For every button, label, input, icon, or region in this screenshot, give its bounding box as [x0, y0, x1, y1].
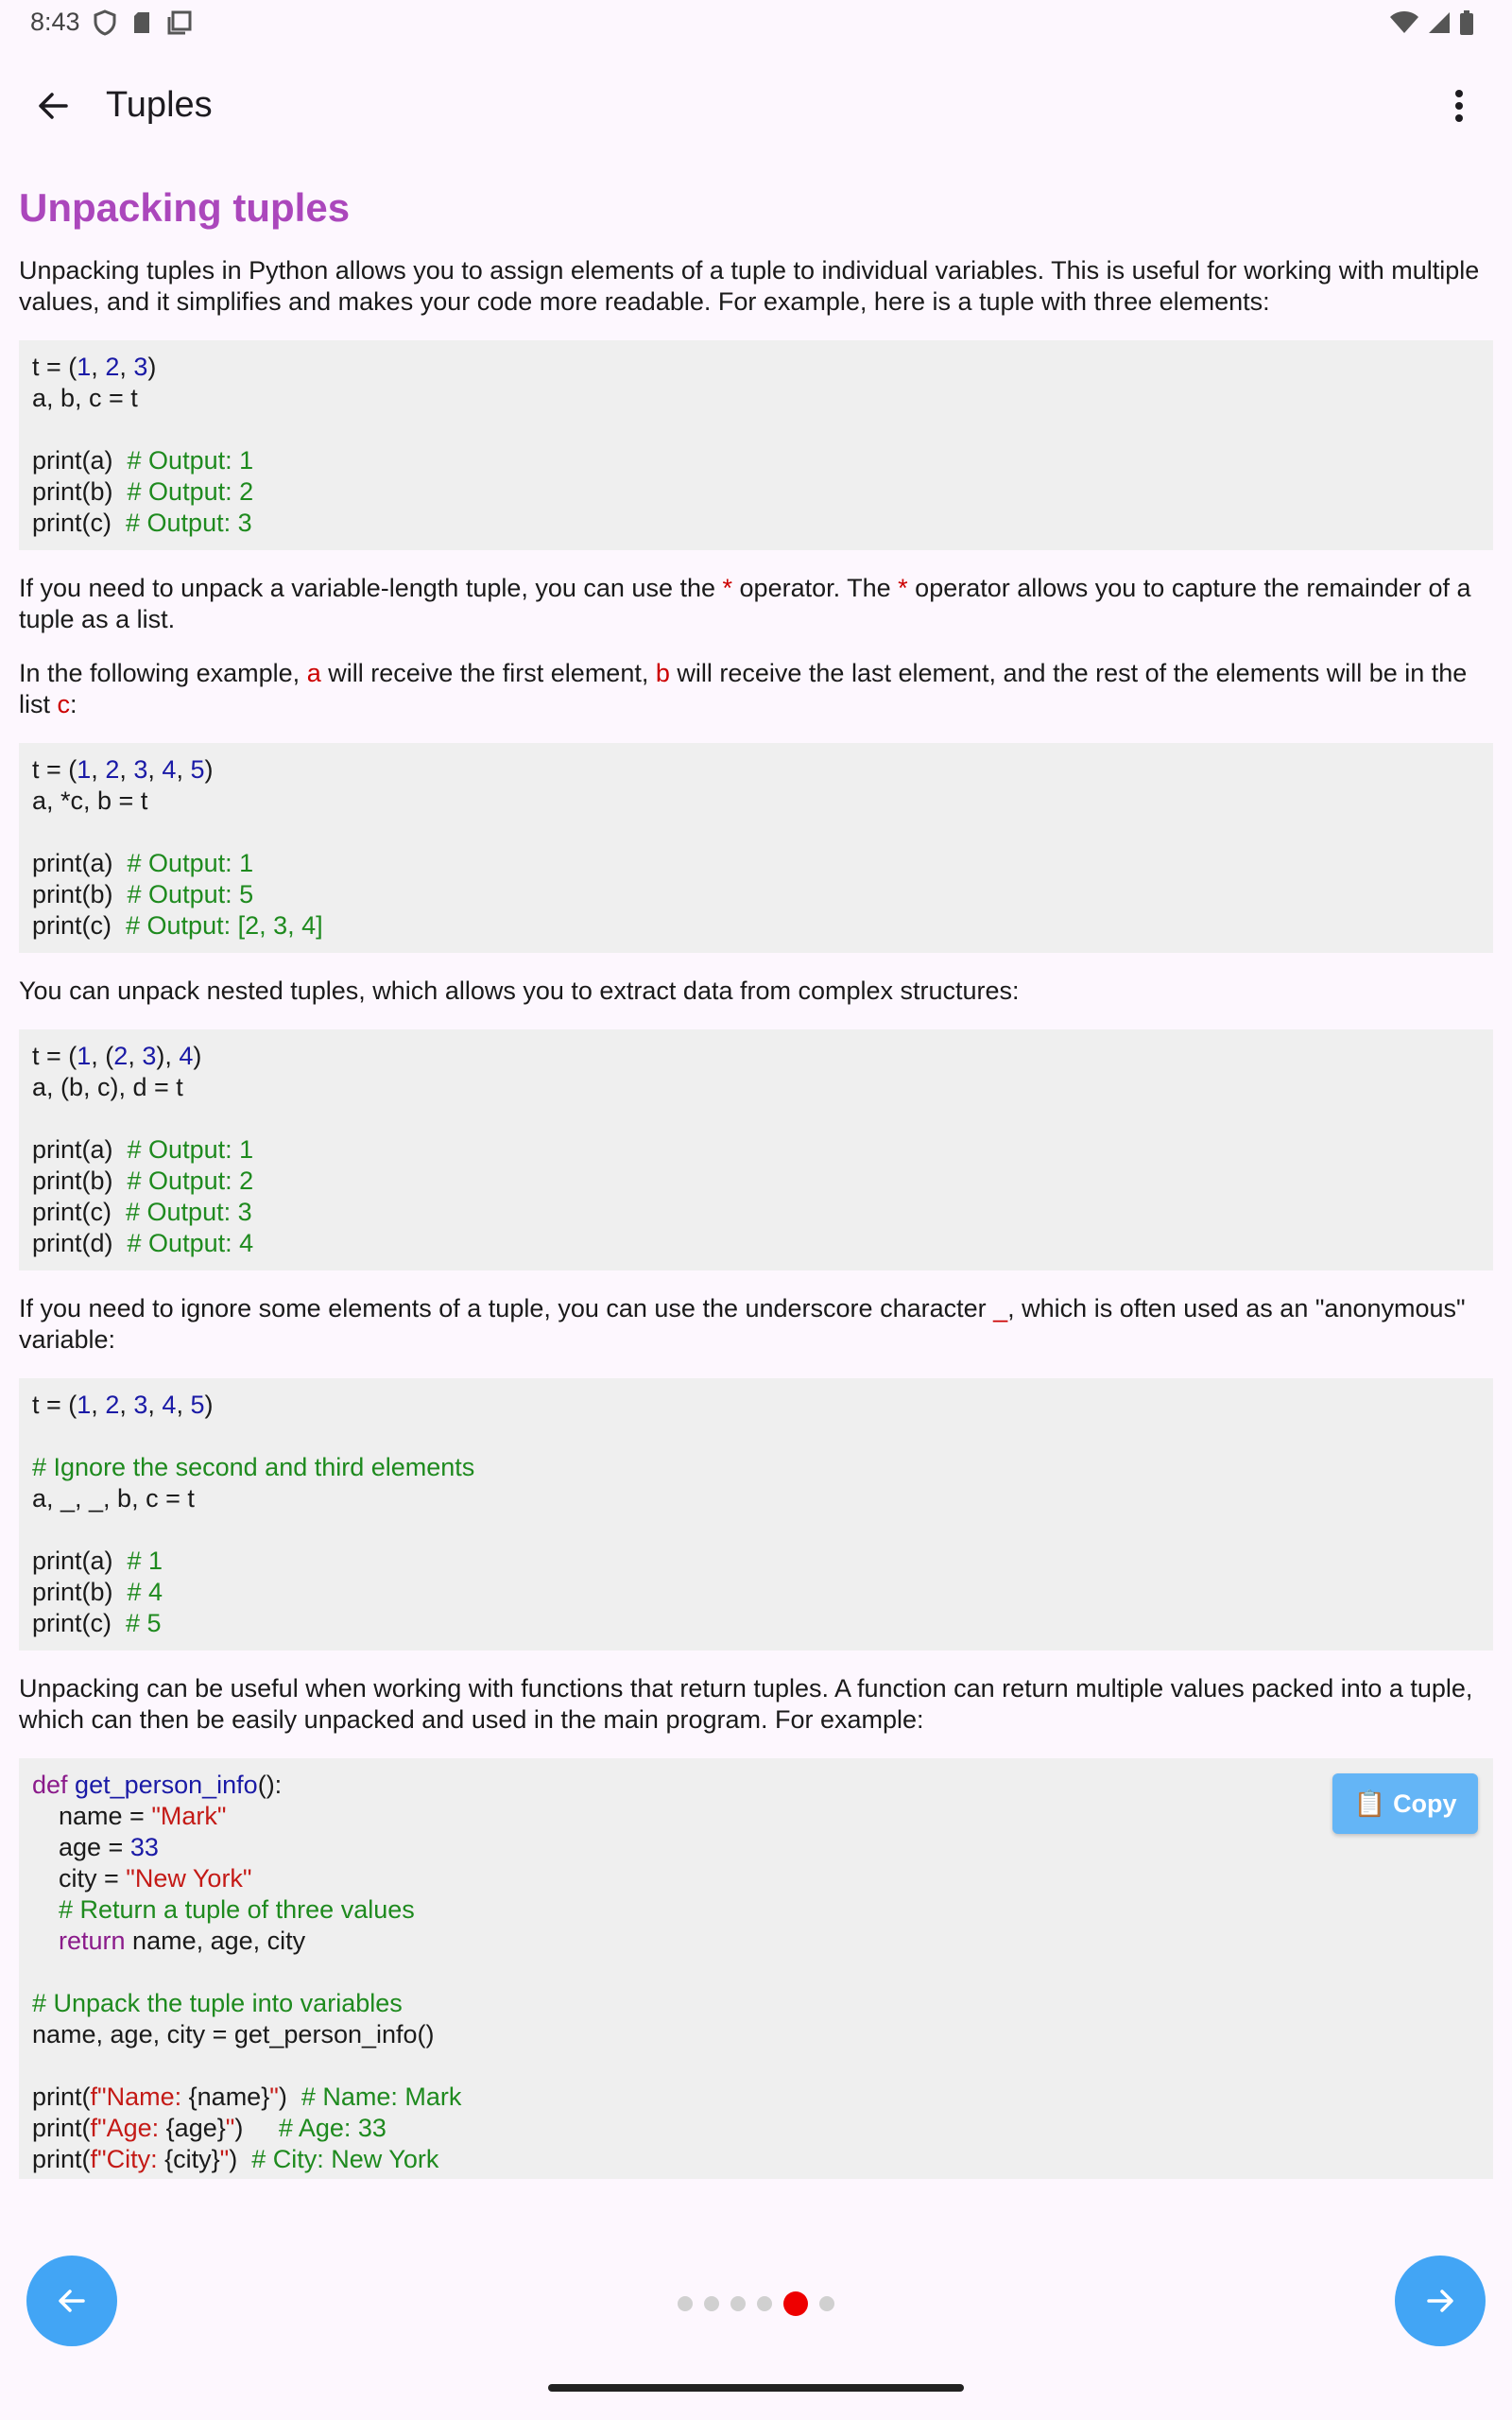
code-line: print(a) # Output: 1: [32, 446, 254, 475]
code-line: print(b) # Output: 5: [32, 880, 254, 908]
signal-icon: [1429, 12, 1450, 33]
copy-button-label: Copy: [1393, 1789, 1457, 1818]
wifi-icon: [1390, 11, 1418, 33]
next-page-button[interactable]: [1395, 2256, 1486, 2346]
shield-icon: [94, 9, 116, 36]
status-icons-right: [1389, 9, 1474, 36]
page-dot: [730, 2296, 746, 2311]
code-line: t = (1, 2, 3): [32, 353, 157, 381]
paragraph-nested: You can unpack nested tuples, which allo…: [19, 977, 1020, 1005]
code-line: name = "Mark": [59, 1802, 227, 1830]
home-indicator[interactable]: [548, 2384, 964, 2392]
status-icons-left: [93, 9, 193, 36]
battery-icon: [1460, 10, 1473, 35]
back-button[interactable]: [23, 76, 83, 136]
code-line: print(a) # Output: 1: [32, 1135, 254, 1164]
code-line: print(a) # Output: 1: [32, 849, 254, 877]
code-line: print(b) # 4: [32, 1578, 163, 1606]
page-dot: [678, 2296, 693, 2311]
paragraph-intro: Unpacking tuples in Python allows you to…: [19, 256, 1480, 316]
page-title: Tuples: [106, 85, 213, 125]
code-line: print(c) # 5: [32, 1609, 162, 1637]
status-bar: 8:43: [0, 0, 1512, 45]
code-line: print(d) # Output: 4: [32, 1229, 254, 1257]
code-line: print(c) # Output: [2, 3, 4]: [32, 911, 323, 940]
clipboard-icon: 📋: [1353, 1789, 1386, 1818]
paragraph-functions: Unpacking can be useful when working wit…: [19, 1674, 1473, 1734]
code-line: print(f"City: {city}") # City: New York: [32, 2145, 439, 2173]
code-line: print(f"Age: {age}") # Age: 33: [32, 2114, 387, 2142]
more-vert-icon: [1455, 90, 1463, 122]
code-line: a, *c, b = t: [32, 786, 148, 815]
paragraph-underscore: If you need to ignore some elements of a…: [19, 1294, 1466, 1354]
code-line: a, (b, c), d = t: [32, 1073, 183, 1101]
code-line: a, b, c = t: [32, 384, 138, 412]
code-line: # Return a tuple of three values: [59, 1895, 415, 1924]
page-dot-active: [783, 2291, 808, 2316]
page-dot: [704, 2296, 719, 2311]
screen-icon: [167, 10, 192, 35]
code-block-basic[interactable]: t = (1, 2, 3) a, b, c = t print(a) # Out…: [19, 340, 1493, 550]
arrow-back-icon: [39, 93, 68, 119]
code-line: print(c) # Output: 3: [32, 1198, 252, 1226]
code-line: # Unpack the tuple into variables: [32, 1989, 403, 2017]
code-block-function[interactable]: def get_person_info(): name = "Mark" age…: [19, 1758, 1493, 2179]
app-bar: Tuples: [0, 60, 1512, 151]
code-line: print(f"Name: {name}") # Name: Mark: [32, 2083, 462, 2111]
code-line: t = (1, 2, 3, 4, 5): [32, 755, 214, 784]
code-line: city = "New York": [59, 1864, 252, 1893]
code-block-star[interactable]: t = (1, 2, 3, 4, 5) a, *c, b = t print(a…: [19, 743, 1493, 953]
status-time: 8:43: [30, 8, 80, 36]
page-indicator: [0, 2291, 1512, 2316]
code-block-ignore[interactable]: t = (1, 2, 3, 4, 5) # Ignore the second …: [19, 1378, 1493, 1651]
page-dot: [757, 2296, 772, 2311]
code-line: name, age, city = get_person_info(): [32, 2020, 435, 2048]
code-line: print(a) # 1: [32, 1547, 163, 1575]
arrow-forward-icon: [1427, 2290, 1453, 2312]
code-line: return name, age, city: [59, 1927, 306, 1955]
section-heading: Unpacking tuples: [19, 185, 351, 230]
code-line: # Ignore the second and third elements: [32, 1453, 475, 1481]
code-line: t = (1, 2, 3, 4, 5): [32, 1391, 214, 1419]
code-line: age = 33: [59, 1833, 159, 1861]
code-line: t = (1, (2, 3), 4): [32, 1042, 202, 1070]
sd-card-icon: [134, 12, 149, 33]
code-line: def get_person_info():: [32, 1771, 283, 1799]
page-dot: [819, 2296, 834, 2311]
lesson-content: Unpacking tuples Unpacking tuples in Pyt…: [19, 185, 1493, 2202]
code-line: print(c) # Output: 3: [32, 509, 252, 537]
code-line: a, _, _, b, c = t: [32, 1484, 195, 1512]
paragraph-star-example: In the following example, a will receive…: [19, 659, 1468, 718]
paragraph-star-operator: If you need to unpack a variable-length …: [19, 574, 1471, 633]
code-line: print(b) # Output: 2: [32, 1167, 254, 1195]
copy-button[interactable]: 📋 Copy: [1332, 1773, 1478, 1834]
code-block-nested[interactable]: t = (1, (2, 3), 4) a, (b, c), d = t prin…: [19, 1029, 1493, 1270]
code-line: print(b) # Output: 2: [32, 477, 254, 506]
more-options-button[interactable]: [1429, 76, 1489, 136]
